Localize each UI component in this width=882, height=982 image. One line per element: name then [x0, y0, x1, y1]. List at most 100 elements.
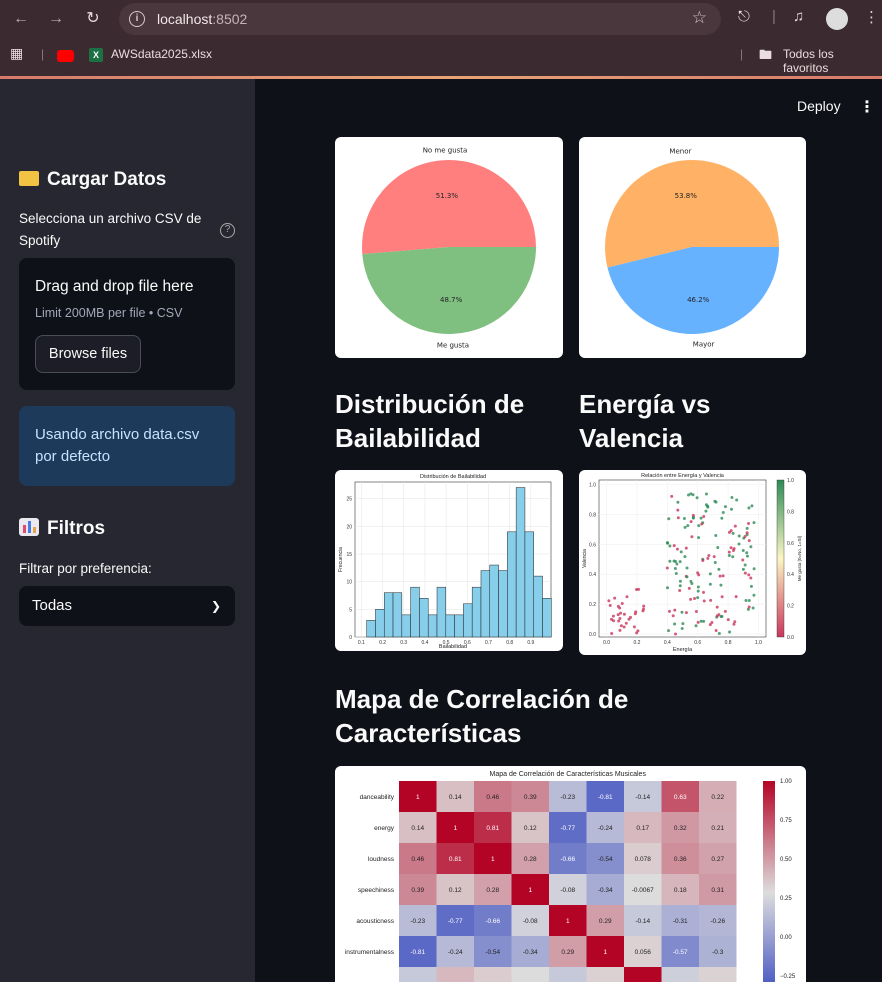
- scatter-point: [691, 513, 695, 517]
- heatmap-value-label: -0.24: [448, 949, 463, 956]
- scatter-point: [622, 612, 626, 616]
- histogram-bar: [463, 603, 473, 638]
- scatter-point: [679, 550, 683, 554]
- address-bar[interactable]: i localhost:8502 ☆: [119, 3, 721, 35]
- pie-slice: [362, 160, 536, 255]
- scatter-point: [731, 531, 735, 535]
- help-icon[interactable]: ?: [220, 223, 235, 238]
- scatter-point: [668, 559, 672, 563]
- scatter-point: [618, 628, 622, 632]
- scatter-point: [721, 574, 725, 578]
- x-axis-label: Bailabilidad: [439, 644, 467, 650]
- x-tick-label: 0.6: [694, 640, 701, 646]
- scatter-point: [701, 559, 705, 563]
- energy-heading: Energía vs Valencia: [579, 389, 711, 453]
- browse-files-button[interactable]: Browse files: [35, 335, 141, 373]
- histogram-bar: [489, 564, 499, 638]
- pie-pct-label: 48.7%: [440, 296, 463, 304]
- site-info-icon[interactable]: i: [129, 11, 145, 27]
- folder-icon: 🖿: [759, 47, 773, 62]
- scatter-point: [714, 534, 718, 538]
- y-tick-label: 25: [346, 497, 352, 503]
- y-axis-label: Valencia: [582, 549, 588, 568]
- limit-text: Limit 200MB per file • CSV: [35, 306, 183, 320]
- heatmap-value-label: 0.29: [599, 918, 612, 925]
- scatter-point: [743, 534, 747, 538]
- scatter-point: [720, 516, 724, 520]
- media-control-icon[interactable]: ♫: [793, 8, 804, 25]
- histogram-bar: [375, 609, 385, 638]
- heatmap-value-label: 0.14: [411, 825, 424, 832]
- filters-title: Filtros: [47, 518, 106, 539]
- scatter-point: [747, 605, 751, 609]
- heatmap-value-label: -0.57: [673, 949, 688, 956]
- youtube-icon[interactable]: [57, 50, 74, 62]
- pie-slice: [362, 247, 536, 335]
- scatter-point: [690, 581, 694, 585]
- heatmap-value-label: -0.77: [560, 825, 575, 832]
- scatter-point: [745, 554, 749, 558]
- scatter-point: [696, 596, 700, 600]
- scatter-point: [701, 590, 705, 594]
- scatter-point: [684, 611, 688, 615]
- heatmap-value-label: 1: [528, 887, 532, 894]
- forward-icon[interactable]: →: [45, 8, 67, 30]
- all-bookmarks[interactable]: Todos los favoritos: [783, 47, 882, 75]
- scatter-point: [678, 588, 682, 592]
- load-data-title: Cargar Datos: [47, 169, 167, 190]
- x-tick-label: 0.4: [421, 640, 428, 646]
- heatmap-value-label: 0.21: [711, 825, 724, 832]
- scatter-point: [610, 631, 614, 635]
- heatmap-value-label: 0.22: [711, 794, 724, 801]
- main-menu-icon[interactable]: ⋮: [859, 97, 875, 117]
- scatter-point: [676, 500, 680, 504]
- scatter-point: [745, 526, 749, 530]
- heatmap-value-label: 0.46: [486, 794, 499, 801]
- x-tick-label: 0.7: [485, 640, 492, 646]
- y-tick-label: 20: [346, 524, 352, 530]
- profile-avatar[interactable]: [826, 8, 848, 30]
- scatter-point: [678, 579, 682, 583]
- filters-heading: Filtros: [19, 518, 105, 540]
- scatter-point: [708, 572, 712, 576]
- scatter-point: [697, 573, 701, 577]
- histogram-bar: [419, 598, 429, 638]
- histogram-bar: [542, 598, 552, 638]
- scatter-point: [667, 629, 671, 633]
- scatter-point: [673, 608, 677, 612]
- scatter-point: [716, 546, 720, 550]
- apps-grid-icon[interactable]: ▦: [10, 45, 23, 62]
- scatter-point: [745, 531, 749, 535]
- chevron-down-icon: ❯: [210, 599, 221, 613]
- back-icon[interactable]: ←: [10, 8, 32, 30]
- pie-pct-label: 53.8%: [675, 192, 698, 200]
- scatter-point: [749, 584, 753, 588]
- scatter-point: [635, 631, 639, 635]
- browser-menu-icon[interactable]: ⋮: [864, 8, 879, 26]
- file-uploader-dropzone[interactable]: Drag and drop file here Limit 200MB per …: [19, 258, 235, 390]
- scatter-point: [642, 604, 646, 608]
- y-tick-label: 1.0: [589, 482, 596, 488]
- heatmap-value-label: -0.0067: [632, 887, 654, 894]
- scatter-point: [737, 542, 741, 546]
- preference-select[interactable]: Todas ❯: [19, 586, 235, 626]
- scatter-point: [706, 505, 710, 509]
- mode-pie-chart: 53.8% Menor 46.2% Mayor: [605, 147, 779, 349]
- pie-pct-label: 46.2%: [687, 296, 710, 304]
- y-tick-label: 15: [346, 552, 352, 558]
- heatmap-cell: [474, 967, 512, 982]
- scatter-point: [674, 572, 678, 576]
- scatter-point: [708, 623, 712, 627]
- pie-category-label: Menor: [669, 147, 691, 155]
- heatmap-value-label: 0.32: [674, 825, 687, 832]
- toolbar-divider: |: [772, 8, 776, 25]
- histogram-bar: [533, 575, 543, 638]
- bookmark-star-icon[interactable]: ☆: [692, 8, 707, 28]
- colorbar-tick-label: −0.25: [780, 974, 796, 980]
- colorbar-tick-label: 0.6: [787, 541, 794, 547]
- scatter-point: [617, 619, 621, 623]
- bookmark-awsdata[interactable]: AWSdata2025.xlsx: [111, 47, 212, 61]
- reload-icon[interactable]: ↻: [82, 8, 104, 30]
- deploy-button[interactable]: Deploy: [797, 98, 841, 114]
- extensions-icon[interactable]: ⎋: [738, 8, 750, 25]
